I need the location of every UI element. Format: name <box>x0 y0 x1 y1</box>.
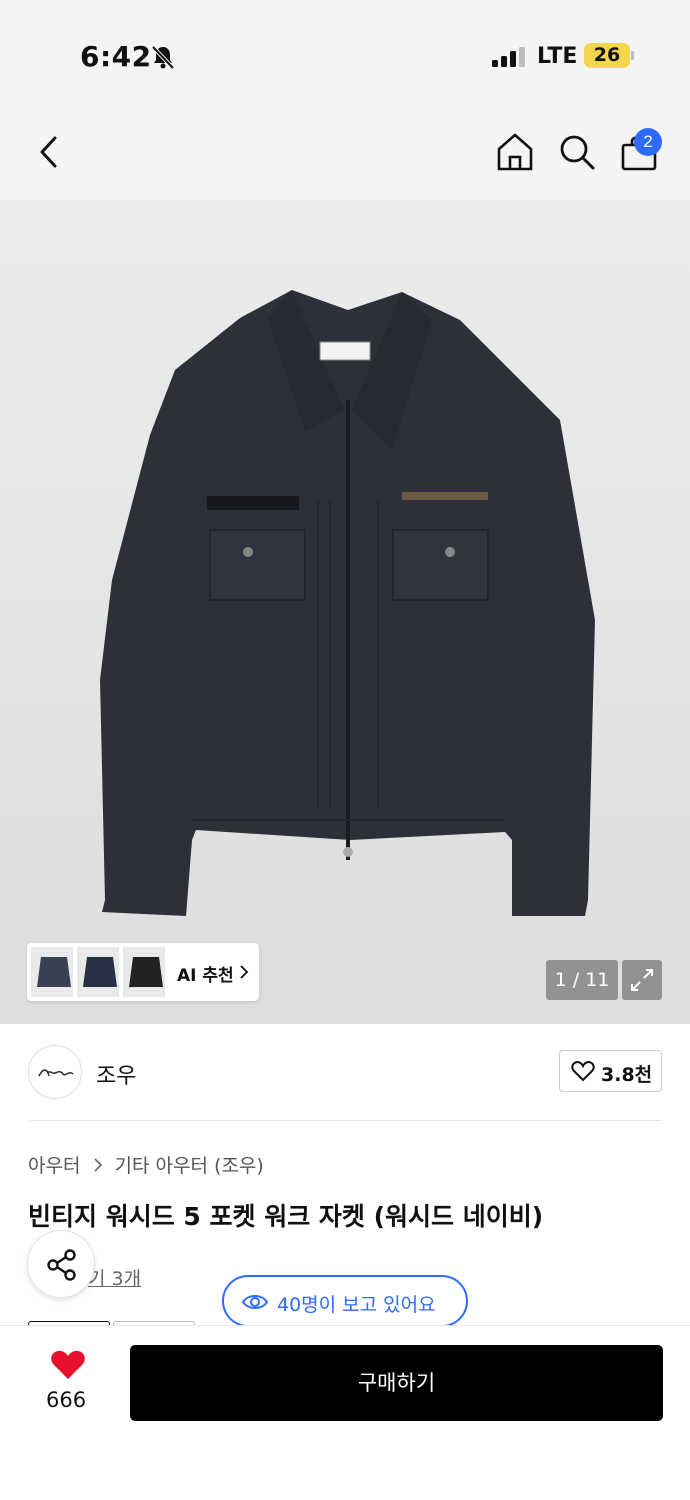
chevron-right-icon <box>93 1158 102 1172</box>
silent-bell-icon <box>151 45 175 70</box>
expand-button[interactable] <box>622 960 662 1000</box>
home-icon[interactable] <box>493 130 537 174</box>
battery-indicator: 26 <box>584 43 630 68</box>
brand-name[interactable]: 조우 <box>96 1058 136 1090</box>
ai-recommend-label: AI 추천 <box>177 966 234 986</box>
network-type: LTE <box>537 44 578 69</box>
heart-filled-icon[interactable] <box>50 1349 86 1381</box>
search-icon[interactable] <box>555 130 599 174</box>
divider <box>28 1120 662 1121</box>
viewers-text: 40명이 보고 있어요 <box>277 1294 436 1316</box>
status-bar: 6:42 LTE 26 <box>0 0 690 110</box>
buy-button[interactable]: 구매하기 <box>130 1345 663 1421</box>
image-counter: 1 / 11 <box>546 960 618 1000</box>
brand-like-button[interactable]: 3.8천 <box>559 1050 662 1092</box>
breadcrumb-category[interactable]: 아우터 <box>28 1155 80 1177</box>
wish-count: 666 <box>46 1388 87 1412</box>
heart-outline-icon <box>571 1060 595 1082</box>
breadcrumb-subcategory[interactable]: 기타 아우터 (조우) <box>115 1155 264 1177</box>
back-icon[interactable] <box>28 130 72 174</box>
breadcrumb: 아우터 기타 아우터 (조우) <box>28 1151 264 1178</box>
ai-recommend-card[interactable]: AI 추천 <box>27 943 259 1001</box>
ai-thumb-jackets <box>37 957 163 987</box>
review-link[interactable]: 기 3개 <box>88 1264 141 1291</box>
status-time: 6:42 <box>80 40 152 73</box>
chevron-right-icon <box>240 965 249 979</box>
jacket-photo <box>100 290 595 916</box>
product-title: 빈티지 워시드 5 포켓 워크 자켓 (워시드 네이비) <box>28 1202 544 1231</box>
brand-logo[interactable] <box>28 1045 82 1099</box>
share-button[interactable] <box>27 1230 95 1298</box>
viewers-pill: 40명이 보고 있어요 <box>222 1275 468 1327</box>
brand-logo-mark <box>38 1069 74 1077</box>
eye-icon <box>242 1295 268 1309</box>
product-image[interactable] <box>0 200 690 1024</box>
brand-like-count: 3.8천 <box>601 1064 653 1086</box>
cart-count-badge: 2 <box>634 128 662 156</box>
share-icon <box>47 1249 76 1281</box>
battery-cap <box>631 51 634 60</box>
signal-icon <box>492 47 525 67</box>
expand-icon <box>631 969 653 991</box>
